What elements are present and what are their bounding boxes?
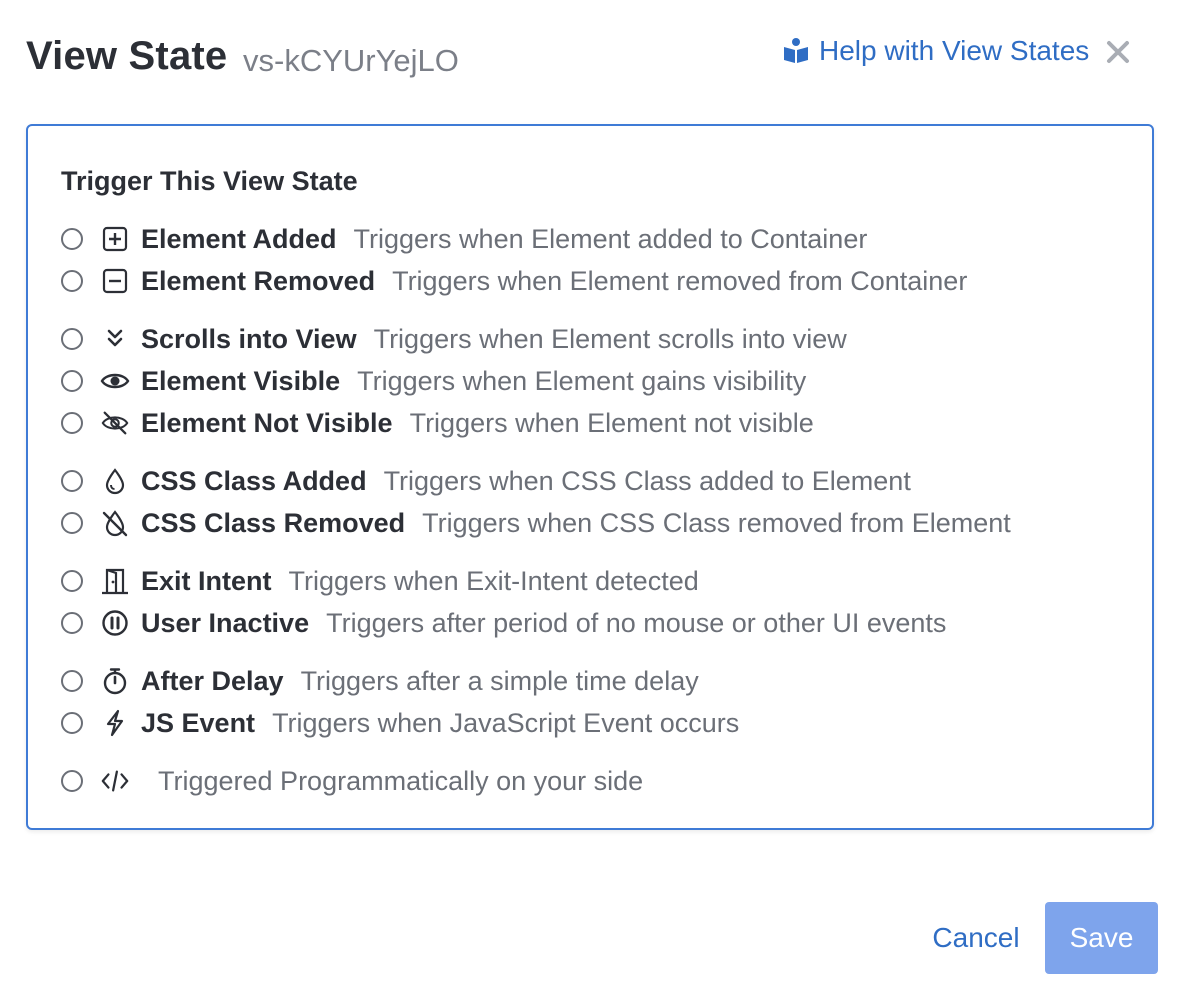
radio-button[interactable]: [61, 370, 83, 392]
trigger-option-scrolls-into-view[interactable]: Scrolls into View Triggers when Element …: [61, 322, 847, 356]
option-description: Triggers when Element gains visibility: [357, 365, 807, 396]
trigger-option-programmatic[interactable]: Triggered Programmatically on your side: [61, 764, 643, 798]
chevrons-down-icon: [100, 324, 130, 354]
radio-button[interactable]: [61, 412, 83, 434]
option-description: Triggers when JavaScript Event occurs: [272, 707, 740, 738]
droplet-icon: [100, 466, 130, 496]
help-link[interactable]: Help with View States: [782, 34, 1089, 68]
option-description: Triggers when Exit-Intent detected: [288, 565, 699, 596]
option-label: CSS Class Added: [141, 465, 367, 496]
radio-button[interactable]: [61, 512, 83, 534]
help-link-label: Help with View States: [819, 35, 1090, 66]
pause-circle-icon: [100, 608, 130, 638]
stopwatch-icon: [100, 666, 130, 696]
radio-button[interactable]: [61, 612, 83, 634]
option-description: Triggers after period of no mouse or oth…: [326, 607, 947, 638]
trigger-option-exit-intent[interactable]: Exit Intent Triggers when Exit-Intent de…: [61, 564, 699, 598]
trigger-option-element-removed[interactable]: Element Removed Triggers when Element re…: [61, 264, 967, 298]
dialog-header: View State vs-kCYUrYejLO Help with View …: [26, 34, 1158, 84]
option-description: Triggers when CSS Class added to Element: [383, 465, 911, 496]
radio-button[interactable]: [61, 712, 83, 734]
view-state-dialog: View State vs-kCYUrYejLO Help with View …: [0, 0, 1184, 1000]
trigger-option-js-event[interactable]: JS Event Triggers when JavaScript Event …: [61, 706, 739, 740]
option-label: Element Not Visible: [141, 407, 393, 438]
trigger-option-element-added[interactable]: Element Added Triggers when Element adde…: [61, 222, 867, 256]
code-icon: [100, 766, 130, 796]
option-label: CSS Class Removed: [141, 507, 406, 538]
option-description: Triggers when Element scrolls into view: [373, 323, 847, 354]
radio-button[interactable]: [61, 570, 83, 592]
option-label: Scrolls into View: [141, 323, 357, 354]
dialog-title: View State: [26, 34, 228, 78]
save-button[interactable]: Save: [1045, 902, 1158, 974]
panel-title: Trigger This View State: [61, 166, 358, 196]
option-description: Triggers when Element removed from Conta…: [392, 265, 968, 296]
trigger-option-element-not-visible[interactable]: Element Not Visible Triggers when Elemen…: [61, 406, 814, 440]
radio-button[interactable]: [61, 328, 83, 350]
eye-slash-icon: [100, 408, 130, 438]
droplet-slash-icon: [100, 508, 130, 538]
view-state-id: vs-kCYUrYejLO: [243, 43, 459, 78]
radio-button[interactable]: [61, 228, 83, 250]
bolt-icon: [100, 708, 130, 738]
plus-square-icon: [100, 224, 130, 254]
trigger-option-user-inactive[interactable]: User Inactive Triggers after period of n…: [61, 606, 946, 640]
radio-button[interactable]: [61, 470, 83, 492]
option-description: Triggers when Element not visible: [409, 407, 814, 438]
trigger-option-element-visible[interactable]: Element Visible Triggers when Element ga…: [61, 364, 806, 398]
option-label: Element Visible: [141, 365, 341, 396]
option-label: Exit Intent: [141, 565, 272, 596]
trigger-option-css-class-removed[interactable]: CSS Class Removed Triggers when CSS Clas…: [61, 506, 1011, 540]
option-description: Triggers after a simple time delay: [300, 665, 699, 696]
option-label: JS Event: [141, 707, 256, 738]
option-label: After Delay: [141, 665, 284, 696]
door-exit-icon: [100, 566, 130, 596]
radio-button[interactable]: [61, 770, 83, 792]
option-label: Element Removed: [141, 265, 376, 296]
book-reader-icon: [782, 37, 810, 65]
trigger-option-after-delay[interactable]: After Delay Triggers after a simple time…: [61, 664, 699, 698]
trigger-panel: Trigger This View State Element Added Tr…: [26, 124, 1154, 830]
option-description: Triggers when Element added to Container: [353, 223, 868, 254]
option-description: Triggers when CSS Class removed from Ele…: [422, 507, 1011, 538]
radio-button[interactable]: [61, 270, 83, 292]
radio-button[interactable]: [61, 670, 83, 692]
option-label: Element Added: [141, 223, 337, 254]
trigger-option-css-class-added[interactable]: CSS Class Added Triggers when CSS Class …: [61, 464, 911, 498]
minus-square-icon: [100, 266, 130, 296]
eye-icon: [100, 366, 130, 396]
close-button[interactable]: [1104, 40, 1132, 68]
cancel-button[interactable]: Cancel: [916, 902, 1036, 974]
option-description: Triggered Programmatically on your side: [158, 765, 644, 796]
close-icon: [1106, 40, 1130, 69]
option-label: User Inactive: [141, 607, 310, 638]
